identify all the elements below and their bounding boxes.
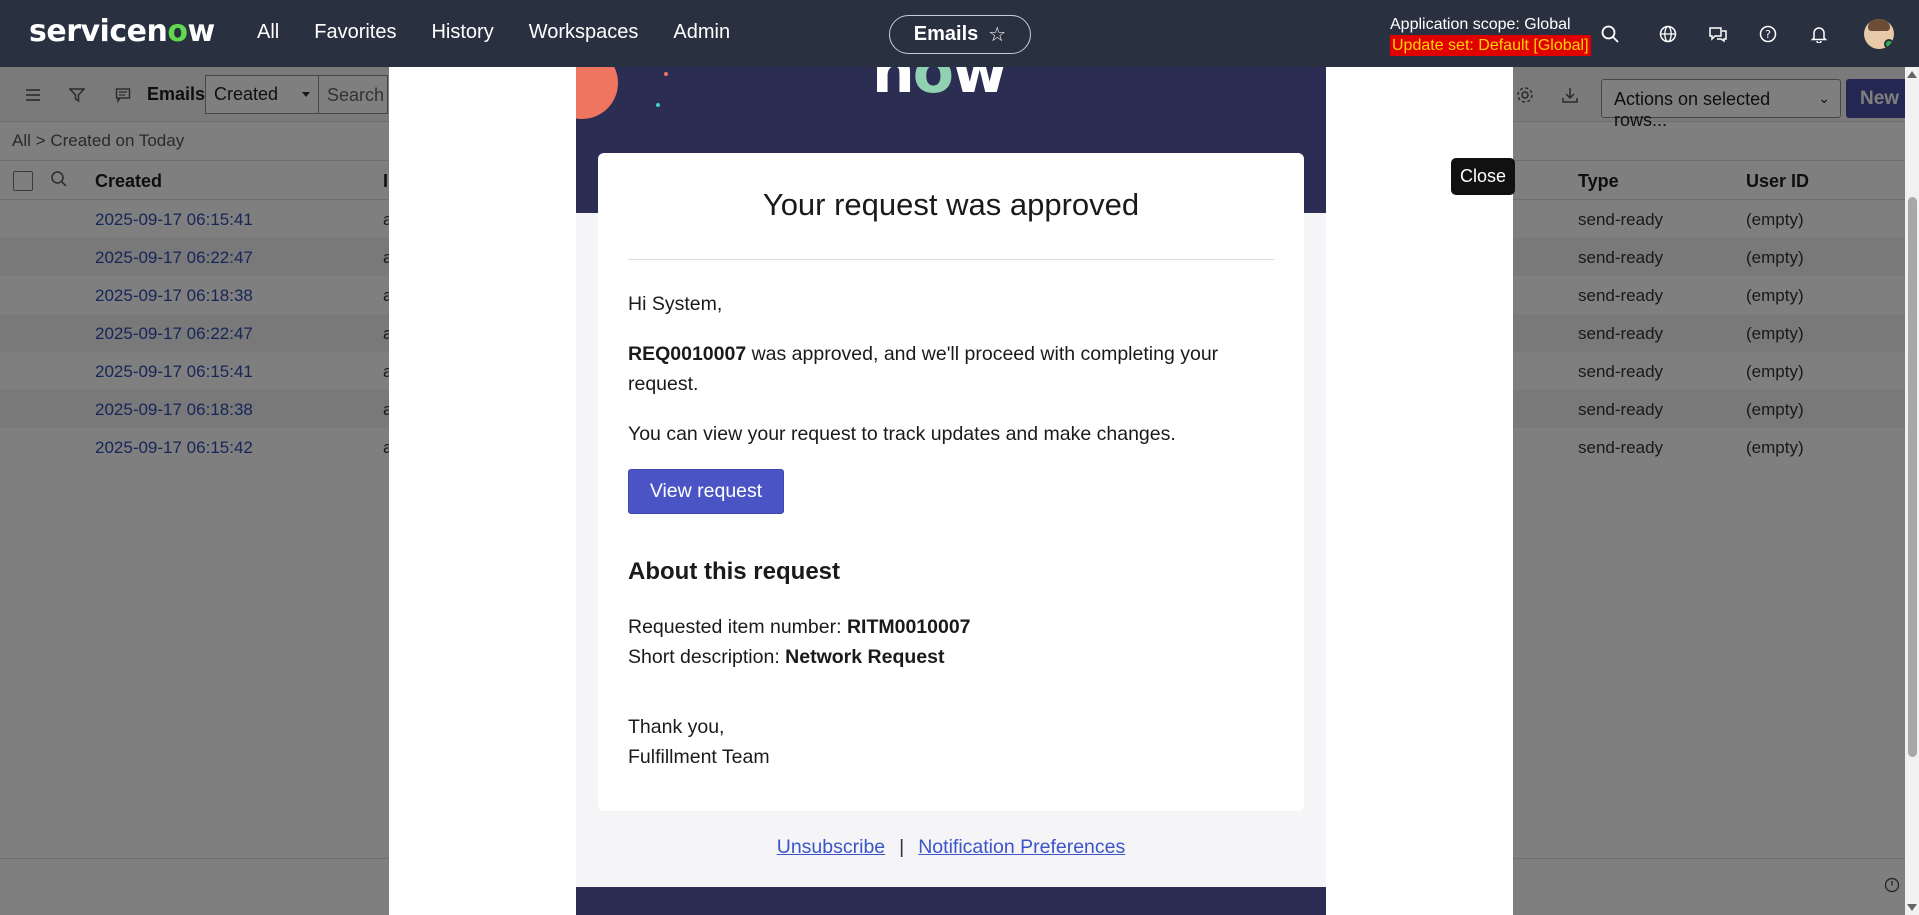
scope-info[interactable]: Application scope: Global Update set: De… [1390,14,1591,56]
top-navigation-bar: servicenow All Favorites History Workspa… [0,0,1919,67]
approval-message: REQ0010007 was approved, and we'll proce… [628,343,1219,395]
context-title: Emails [913,23,979,45]
bell-icon[interactable] [1807,22,1831,46]
nav-admin[interactable]: Admin [673,21,730,44]
nav-all[interactable]: All [257,21,279,44]
greeting: Hi System, [628,293,723,315]
user-avatar[interactable] [1864,19,1894,49]
view-request-message: You can view your request to track updat… [628,423,1176,445]
main-menu: All Favorites History Workspaces Admin [257,21,730,44]
email-footer-links: Unsubscribe | Notification Preferences [576,836,1326,859]
nav-workspaces[interactable]: Workspaces [529,21,639,44]
page-scrollbar[interactable] [1905,67,1919,915]
context-title-pill[interactable]: Emails ☆ [889,15,1031,54]
star-icon[interactable]: ☆ [988,22,1006,47]
scroll-down-icon[interactable] [1907,904,1917,911]
divider [628,259,1274,260]
signature: Fulfillment Team [628,746,770,768]
decorative-dot [656,103,660,107]
notification-preferences-link[interactable]: Notification Preferences [918,836,1125,858]
decorative-shape [576,67,618,119]
unsubscribe-link[interactable]: Unsubscribe [777,836,885,858]
view-request-button[interactable]: View request [628,469,784,514]
search-icon[interactable] [1598,22,1622,46]
nav-history[interactable]: History [431,21,493,44]
servicenow-logo[interactable]: servicenow [29,14,215,49]
link-separator: | [899,836,905,858]
email-card: Your request was approved Hi System, REQ… [598,153,1304,811]
scrollbar-thumb[interactable] [1908,197,1917,757]
globe-icon[interactable] [1656,22,1680,46]
svg-text:?: ? [1765,28,1771,41]
scroll-up-icon[interactable] [1907,71,1917,78]
application-scope: Application scope: Global [1390,16,1571,33]
email-heading: Your request was approved [762,187,1140,222]
short-description-value: Network Request [785,646,945,668]
decorative-dot [664,72,668,76]
short-description-line: Short description: Network Request [628,646,945,668]
update-set-badge: Update set: Default [Global] [1390,35,1591,56]
help-icon[interactable]: ? [1756,22,1780,46]
online-status-dot [1884,39,1894,49]
requested-item-number: RITM0010007 [846,616,971,638]
thanks-line: Thank you, [628,716,725,738]
requested-item-line: Requested item number: RITM0010007 [628,616,971,638]
chat-icon[interactable] [1706,22,1730,46]
nav-favorites[interactable]: Favorites [314,21,396,44]
about-heading: About this request [628,558,841,585]
email-body: now Your request was approved Hi System,… [576,67,1326,915]
close-button[interactable]: Close [1451,158,1515,195]
request-number: REQ0010007 [628,343,747,365]
now-brand-logo: now [872,67,1007,107]
email-bottom-band [576,887,1326,915]
